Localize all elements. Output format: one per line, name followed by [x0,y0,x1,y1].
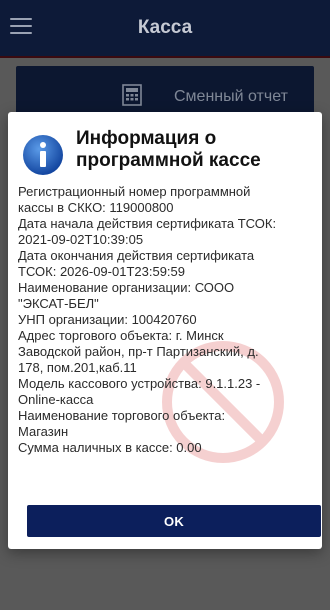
info-line: 2021-09-02T10:39:05 [18,232,144,247]
dialog-title: Информация о программной кассе [76,128,316,172]
info-line: Дата начала действия сертификата ТСОК: [18,216,277,231]
dialog-header: Информация о программной кассе [22,128,312,186]
shift-report-label: Сменный отчет [174,88,288,105]
info-line: ТСОК: 2026-09-01T23:59:59 [18,264,185,279]
app-bar: Касса [0,0,330,56]
dialog-title-line-2: программной кассе [76,150,261,171]
info-line: Адрес торгового объекта: г. Минск [18,328,224,343]
info-line: 178, пом.201,каб.11 [18,360,137,375]
screen: Касса Сменный отчет Информация о програм… [0,0,330,610]
ok-button[interactable]: OK [27,505,321,537]
calculator-icon [122,84,142,106]
info-line: Модель кассового устройства: 9.1.1.23 - [18,376,261,391]
info-line: Наименование организации: СООО [18,280,235,295]
app-title: Касса [137,17,193,38]
dialog-body: Регистрационный номер программной кассы … [18,184,322,456]
info-line: Дата окончания действия сертификата [18,248,255,263]
info-line: кассы в СККО: 119000800 [18,200,174,215]
info-dialog: Информация о программной кассе Регистрац… [8,112,322,549]
info-line: Online-касса [18,392,94,407]
info-line: "ЭКСАТ-БЕЛ" [18,296,99,311]
hamburger-menu-icon[interactable] [10,18,32,38]
info-line: УНП организации: 100420760 [18,312,197,327]
info-line: Наименование торгового объекта: [18,408,226,423]
info-line: Регистрационный номер программной [18,184,251,199]
dialog-title-line-1: Информация о [76,128,217,149]
info-line: Сумма наличных в кассе: 0.00 [18,440,202,455]
info-line: Заводской район, пр-т Партизанский, д. [18,344,259,359]
info-line: Магазин [18,424,69,439]
info-icon [22,134,64,176]
